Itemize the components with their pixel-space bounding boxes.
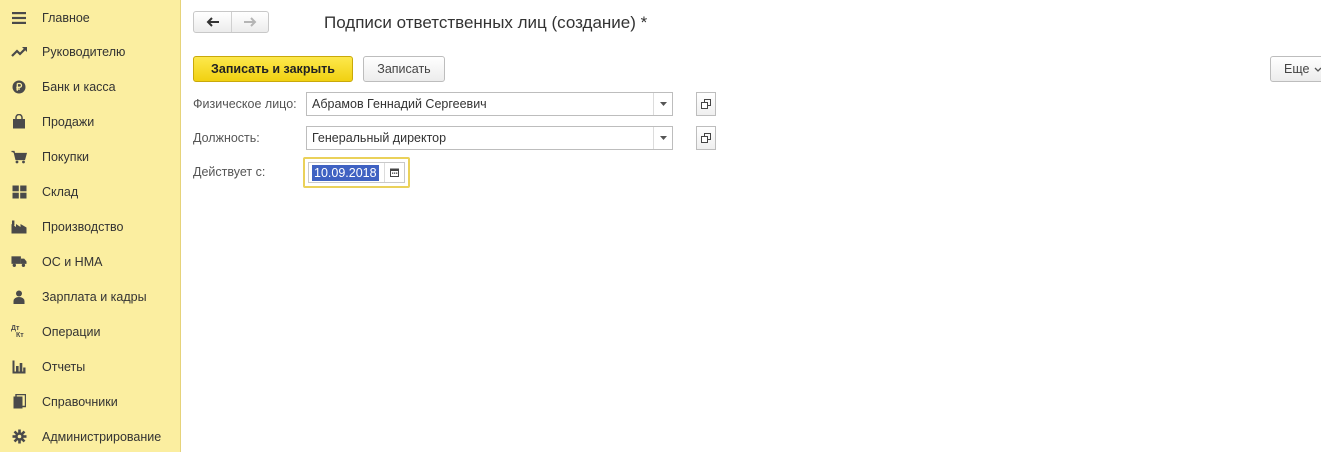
sidebar-item-label: Продажи — [42, 115, 94, 129]
more-button[interactable]: Еще — [1270, 56, 1321, 82]
valid-from-focus-frame: 10.09.2018 — [303, 157, 410, 188]
menu-icon — [11, 10, 27, 26]
person-value: Абрамов Геннадий Сергеевич — [307, 97, 653, 111]
factory-icon — [11, 219, 27, 235]
position-open-button[interactable] — [696, 126, 716, 150]
back-button[interactable] — [194, 12, 231, 32]
sidebar-item-purchases[interactable]: Покупки — [0, 139, 180, 174]
sidebar-item-label: Покупки — [42, 150, 89, 164]
sidebar-item-label: ОС и НМА — [42, 255, 102, 269]
sections-panel: Главное Руководителю Банк и касса Продаж… — [0, 0, 181, 452]
page-title: Подписи ответственных лиц (создание) * — [324, 13, 647, 33]
sidebar-item-operations[interactable]: Дт Кт Операции — [0, 314, 180, 349]
person-dropdown-button[interactable] — [653, 93, 672, 115]
dt-label: Дт — [11, 325, 19, 332]
history-nav — [193, 11, 269, 33]
kt-label: Кт — [11, 332, 24, 339]
chevron-down-icon — [1314, 67, 1321, 72]
sidebar-item-bank[interactable]: Банк и касса — [0, 69, 180, 104]
person-field[interactable]: Абрамов Геннадий Сергеевич — [306, 92, 673, 116]
person-open-button[interactable] — [696, 92, 716, 116]
calendar-icon — [390, 168, 399, 177]
arrow-right-icon — [243, 17, 257, 27]
sidebar-item-label: Склад — [42, 185, 78, 199]
open-window-icon — [701, 99, 711, 109]
sidebar-item-salary-hr[interactable]: Зарплата и кадры — [0, 279, 180, 314]
sidebar-item-label: Справочники — [42, 395, 118, 409]
position-field[interactable]: Генеральный директор — [306, 126, 673, 150]
warehouse-icon — [11, 184, 27, 200]
sidebar-item-administration[interactable]: Администрирование — [0, 419, 180, 454]
save-button[interactable]: Записать — [363, 56, 445, 82]
cart-icon — [11, 149, 27, 165]
books-icon — [11, 394, 27, 410]
sidebar-item-label: Администрирование — [42, 430, 161, 444]
sidebar-item-warehouse[interactable]: Склад — [0, 174, 180, 209]
sidebar-item-label: Руководителю — [42, 45, 125, 59]
valid-from-value: 10.09.2018 — [312, 165, 379, 181]
valid-from-label: Действует с: — [193, 165, 265, 179]
shopping-bag-icon — [11, 114, 27, 130]
sidebar-item-sales[interactable]: Продажи — [0, 104, 180, 139]
ruble-icon — [11, 79, 27, 95]
arrow-left-icon — [206, 17, 220, 27]
dropdown-arrow-icon — [660, 136, 667, 140]
sidebar-item-references[interactable]: Справочники — [0, 384, 180, 419]
position-label: Должность: — [193, 131, 260, 145]
sidebar-item-label: Зарплата и кадры — [42, 290, 147, 304]
open-window-icon — [701, 133, 711, 143]
calendar-button[interactable] — [384, 163, 404, 182]
sidebar-item-production[interactable]: Производство — [0, 209, 180, 244]
position-dropdown-button[interactable] — [653, 127, 672, 149]
sidebar-item-label: Операции — [42, 325, 100, 339]
bar-chart-icon — [11, 359, 27, 375]
position-value: Генеральный директор — [307, 131, 653, 145]
truck-icon — [11, 254, 27, 270]
form-area: Подписи ответственных лиц (создание) * З… — [181, 0, 1321, 452]
sidebar-item-fixed-assets[interactable]: ОС и НМА — [0, 244, 180, 279]
save-and-close-button[interactable]: Записать и закрыть — [193, 56, 353, 82]
dt-kt-icon: Дт Кт — [11, 324, 27, 340]
valid-from-date-field[interactable]: 10.09.2018 — [308, 162, 405, 183]
sidebar-item-reports[interactable]: Отчеты — [0, 349, 180, 384]
sidebar-item-main[interactable]: Главное — [0, 0, 180, 35]
trend-icon — [11, 44, 27, 60]
sidebar-item-label: Банк и касса — [42, 80, 116, 94]
person-label: Физическое лицо: — [193, 97, 297, 111]
sidebar-item-label: Главное — [42, 11, 90, 25]
dropdown-arrow-icon — [660, 102, 667, 106]
sidebar-item-director[interactable]: Руководителю — [0, 34, 180, 69]
forward-button[interactable] — [231, 12, 268, 32]
sidebar-item-label: Производство — [42, 220, 124, 234]
more-label: Еще — [1284, 62, 1309, 76]
gear-icon — [11, 429, 27, 445]
person-icon — [11, 289, 27, 305]
sidebar-item-label: Отчеты — [42, 360, 85, 374]
